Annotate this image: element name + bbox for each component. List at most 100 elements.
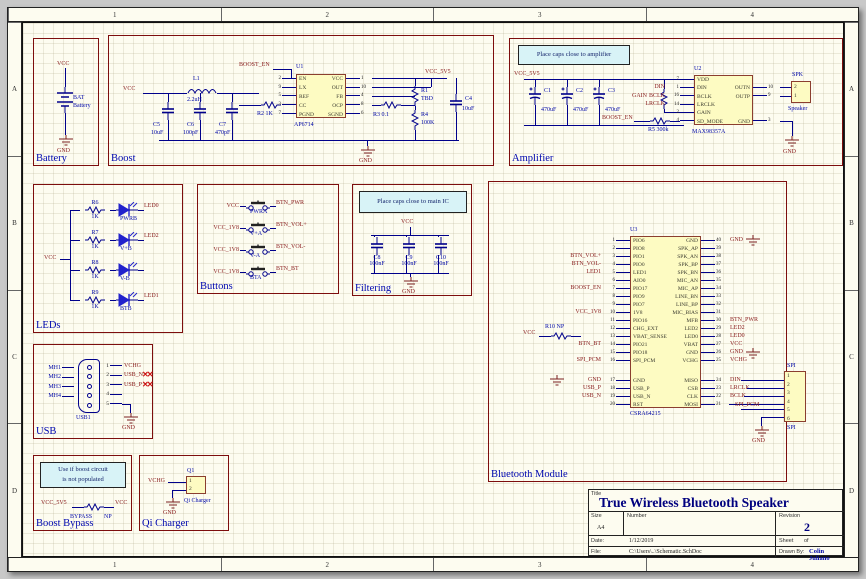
zone-label: 3 xyxy=(433,558,646,571)
pin-name: FB xyxy=(336,93,343,102)
capacitor-icon[interactable] xyxy=(449,94,463,112)
pin-number: 6 xyxy=(785,415,805,424)
wire xyxy=(780,96,791,97)
pin-name: MIC_BIAS xyxy=(672,309,698,317)
usb-mh-list: MH1MH2MH3MH4 xyxy=(42,363,74,401)
pin-stub xyxy=(346,95,360,96)
u2-body[interactable]: VDDDINBCLKLRCLKGAINSD_MODE OUTNOUTP GND xyxy=(694,75,753,125)
resistor-group[interactable]: R6 1K xyxy=(80,200,110,220)
mh-row: MH1 xyxy=(42,363,74,373)
c4-value: 10uF xyxy=(462,106,474,112)
pin-number: 21 xyxy=(715,402,728,407)
capacitor-icon[interactable] xyxy=(193,102,207,120)
pin-row: 5 xyxy=(256,92,296,101)
button-name: V+A xyxy=(250,231,262,237)
battery-designator: BAT xyxy=(73,95,84,101)
ic-u2[interactable]: 7DIN1BCLK16LRCLK1424 VDDDINBCLKLRCLKGAIN… xyxy=(634,75,814,125)
resistor-icon[interactable] xyxy=(411,110,419,130)
net-spi-pcm: SPI_PCM xyxy=(735,402,759,408)
noerc-cross-icon: ✕✕ xyxy=(142,381,151,389)
c5-designator: C5 xyxy=(153,122,160,128)
note-amplifier[interactable]: Place caps close to amplifier xyxy=(518,45,630,65)
resistor-icon[interactable] xyxy=(84,503,104,511)
net-label: LED0 xyxy=(144,203,159,209)
section-usb: MH1MH2MH3MH4 1VCHG2USB_N3USB_P45 ✕✕ ✕✕ G… xyxy=(33,344,153,439)
wire xyxy=(70,270,80,271)
pin-stub xyxy=(680,104,694,105)
title-block[interactable]: Title True Wireless Bluetooth Speaker Si… xyxy=(588,489,843,556)
speaker-connector[interactable]: 21 xyxy=(791,81,811,103)
pin-number: 2 xyxy=(785,381,805,390)
pin-row: USB_P18 xyxy=(519,384,630,392)
note-bypass[interactable]: Use if boost circuit is not populated xyxy=(40,462,126,488)
pin-number: 10 xyxy=(767,85,780,90)
pin-number: 9 xyxy=(767,93,780,98)
pin-name: CHG_EXT xyxy=(633,325,667,333)
pin-row: 4 xyxy=(102,390,143,400)
pin-number: 23 xyxy=(715,386,728,391)
pin-stub xyxy=(282,104,296,105)
pin-name: LINE_BP xyxy=(676,301,698,309)
pin-number: 2 xyxy=(269,76,282,81)
pin-stub xyxy=(616,396,630,397)
pin-row: 3USB_P xyxy=(102,380,143,390)
pin-stub xyxy=(616,328,630,329)
net-label: USB_N xyxy=(122,372,143,378)
c6-designator: C6 xyxy=(187,122,194,128)
wire xyxy=(65,68,66,87)
zone-strip-top: 1234 xyxy=(8,8,858,22)
wire xyxy=(273,69,291,70)
note-text-line1: Use if boost circuit xyxy=(58,465,108,475)
resistor-icon[interactable] xyxy=(411,86,419,106)
pin-name: VBAT_SENSE xyxy=(633,333,667,341)
wire xyxy=(232,120,233,140)
note-filtering[interactable]: Place caps close to main IC xyxy=(359,191,467,213)
qi-connector[interactable]: 12 xyxy=(186,476,206,494)
resistor-group[interactable]: R9 1K xyxy=(80,290,110,310)
pin-number: 4 xyxy=(102,391,110,397)
capacitor-group[interactable]: C10 100nF xyxy=(425,237,457,267)
u3-partnumber: CSRA64215 xyxy=(630,411,661,417)
resistor-icon[interactable] xyxy=(381,101,401,109)
capacitor-icon[interactable] xyxy=(560,87,574,105)
resistor-icon[interactable] xyxy=(551,332,571,340)
resistor-group[interactable]: R7 1K xyxy=(80,230,110,250)
usb-connector[interactable] xyxy=(78,359,100,413)
zone-label: D xyxy=(845,423,858,557)
spi-connector[interactable]: 123456 xyxy=(784,371,806,422)
capacitor-group[interactable]: C8 100nF xyxy=(361,237,393,267)
resistor-group[interactable]: R8 1K xyxy=(80,260,110,280)
u1-designator: U1 xyxy=(296,64,303,70)
wire xyxy=(217,93,259,94)
zone-label: 1 xyxy=(8,558,221,571)
usb-pin-dot xyxy=(87,384,92,389)
pin-number: 33 xyxy=(715,294,728,299)
led-name: V-B xyxy=(120,276,130,282)
u1-left-names: ENLXREFCCPGND xyxy=(299,75,314,119)
pin-number: 1 xyxy=(667,85,680,90)
gnd-icon xyxy=(549,375,565,387)
wire xyxy=(524,125,684,126)
c7-designator: C7 xyxy=(219,122,226,128)
pin-stub xyxy=(616,288,630,289)
c3-designator: C3 xyxy=(608,88,615,94)
net-label: BCLK xyxy=(634,93,667,99)
pin-name: GND xyxy=(738,117,750,125)
pin-row: LED15 xyxy=(519,268,630,276)
u3-body[interactable]: PIO6PIO8PIO1PIO0LED1AIO0PIO17PIO9PIO71V8… xyxy=(630,236,701,408)
pin-stub xyxy=(616,272,630,273)
section-leds: VCC R6 1K LED0 PWRB R7 xyxy=(33,184,183,333)
gnd-port: GND xyxy=(402,289,415,295)
capacitor-icon[interactable] xyxy=(161,102,175,120)
capacitor-icon[interactable] xyxy=(592,87,606,105)
capacitor-icon[interactable] xyxy=(225,102,239,120)
pin-stub xyxy=(616,360,630,361)
pin-number: 1 xyxy=(187,477,205,485)
wire xyxy=(159,140,459,141)
gnd-icon xyxy=(745,348,761,360)
capacitor-group[interactable]: C9 100nF xyxy=(393,237,425,267)
pin-stub xyxy=(616,296,630,297)
u1-body[interactable]: ENLXREFCCPGND VCCOUTFBOCPSGND xyxy=(296,74,346,118)
capacitor-icon[interactable] xyxy=(528,87,542,105)
inductor-icon[interactable] xyxy=(187,86,217,94)
